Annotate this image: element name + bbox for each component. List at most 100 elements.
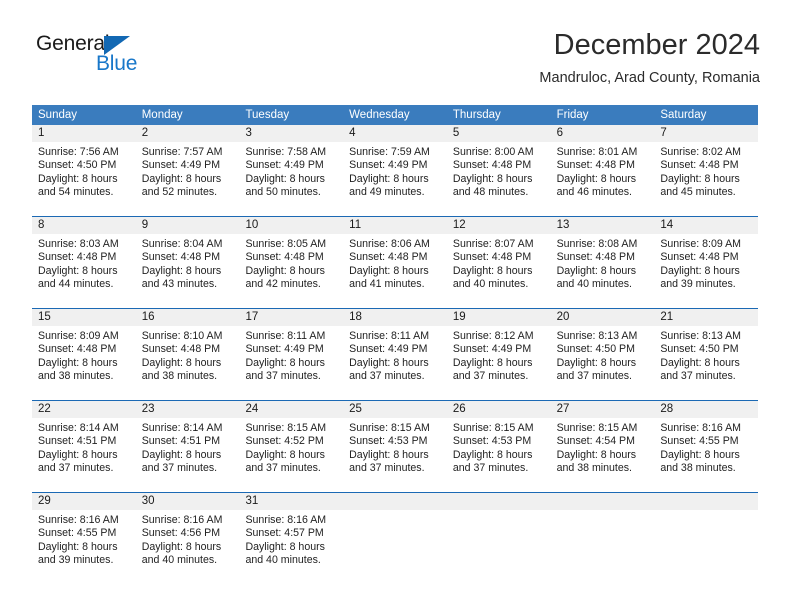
day-number: 1 <box>32 125 136 142</box>
day-number: 26 <box>446 401 551 418</box>
calendar-day-cell[interactable]: 3 Sunrise: 7:58 AM Sunset: 4:49 PM Daylight… <box>239 125 344 207</box>
day-number: 15 <box>32 309 136 326</box>
sunset-time: Sunset: 4:49 PM <box>141 159 221 172</box>
calendar-day-cell[interactable]: 21 Sunrise: 8:13 AM Sunset: 4:50 PM Dayligh… <box>654 309 759 391</box>
calendar-day-cell[interactable]: 14 Sunrise: 8:09 AM Sunset: 4:48 PM Dayligh… <box>654 217 759 299</box>
day-number: 6 <box>550 125 655 142</box>
calendar-day-cell[interactable]: 18 Sunrise: 8:11 AM Sunset: 4:49 PM Dayligh… <box>343 309 447 391</box>
calendar-day-cell[interactable]: 13 Sunrise: 8:08 AM Sunset: 4:48 PM Dayligh… <box>550 217 655 299</box>
sunset-time: Sunset: 4:50 PM <box>556 343 635 356</box>
sunset-time: Sunset: 4:57 PM <box>245 527 324 540</box>
sunrise-time: Sunrise: 8:10 AM <box>141 330 223 342</box>
calendar-day-cell[interactable]: 7 Sunrise: 8:02 AM Sunset: 4:48 PM Daylight… <box>654 125 759 207</box>
daylight-duration-line1: Daylight: 8 hours <box>349 356 429 369</box>
day-number: 21 <box>654 309 759 326</box>
sunset-time: Sunset: 4:55 PM <box>660 435 739 448</box>
page-title: December 2024 <box>553 29 760 61</box>
daylight-duration-line2: and 46 minutes. <box>556 186 632 199</box>
weekday-header-row: Sunday Monday Tuesday Wednesday Thursday… <box>32 105 758 125</box>
calendar-day-cell[interactable]: 9 Sunrise: 8:04 AM Sunset: 4:48 PM Daylight… <box>135 217 240 299</box>
daylight-duration-line2: and 37 minutes. <box>349 370 425 383</box>
calendar-day-cell[interactable]: 8 Sunrise: 8:03 AM Sunset: 4:48 PM Daylight… <box>32 217 136 299</box>
daylight-duration-line2: and 48 minutes. <box>452 186 529 199</box>
calendar-day-cell[interactable]: 24 Sunrise: 8:15 AM Sunset: 4:52 PM Dayligh… <box>239 401 344 483</box>
day-number: 13 <box>550 217 655 234</box>
sunset-time: Sunset: 4:48 PM <box>452 251 532 264</box>
calendar-day-cell[interactable]: 31 Sunrise: 8:16 AM Sunset: 4:57 PM Dayligh… <box>239 493 344 575</box>
day-details: Sunrise: 8:09 AM Sunset: 4:48 PM Daylight:… <box>654 234 758 292</box>
day-number: 22 <box>32 401 136 418</box>
day-number: 3 <box>239 125 344 142</box>
sunrise-time: Sunrise: 8:11 AM <box>245 330 326 342</box>
day-number: 2 <box>135 125 240 142</box>
sunrise-time: Sunrise: 7:56 AM <box>38 146 119 158</box>
day-details: Sunrise: 8:13 AM Sunset: 4:50 PM Daylight:… <box>551 326 655 384</box>
sunset-time: Sunset: 4:51 PM <box>38 435 117 448</box>
day-number: 11 <box>343 217 447 234</box>
daylight-duration-line1: Daylight: 8 hours <box>245 448 325 461</box>
calendar-day-cell[interactable]: 12 Sunrise: 8:07 AM Sunset: 4:48 PM Dayligh… <box>446 217 551 299</box>
sunset-time: Sunset: 4:52 PM <box>245 435 324 448</box>
day-number: 18 <box>343 309 447 326</box>
calendar-day-cell[interactable]: 29 Sunrise: 8:16 AM Sunset: 4:55 PM Dayligh… <box>32 493 136 575</box>
day-number: 4 <box>343 125 447 142</box>
sunset-time: Sunset: 4:53 PM <box>349 435 428 448</box>
calendar-day-cell[interactable]: 25 Sunrise: 8:15 AM Sunset: 4:53 PM Dayligh… <box>343 401 447 483</box>
calendar-day-cell[interactable]: 26 Sunrise: 8:15 AM Sunset: 4:53 PM Dayligh… <box>446 401 551 483</box>
calendar-day-cell[interactable]: 2 Sunrise: 7:57 AM Sunset: 4:49 PM Daylight… <box>135 125 240 207</box>
daylight-duration-line1: Daylight: 8 hours <box>556 356 637 369</box>
daylight-duration-line2: and 38 minutes. <box>38 370 114 383</box>
daylight-duration-line2: and 37 minutes. <box>38 462 114 475</box>
day-details: Sunrise: 8:16 AM Sunset: 4:57 PM Daylight:… <box>239 510 343 568</box>
calendar-day-cell[interactable]: 17 Sunrise: 8:11 AM Sunset: 4:49 PM Dayligh… <box>239 309 344 391</box>
calendar-week-cells: 8 Sunrise: 8:03 AM Sunset: 4:48 PM Daylight… <box>32 217 759 299</box>
sunrise-time: Sunrise: 8:01 AM <box>556 146 638 158</box>
sunset-time: Sunset: 4:48 PM <box>245 251 324 264</box>
daylight-duration-line1: Daylight: 8 hours <box>245 264 325 277</box>
day-number: 10 <box>239 217 344 234</box>
sunset-time: Sunset: 4:49 PM <box>349 343 428 356</box>
calendar-day-cell[interactable]: 16 Sunrise: 8:10 AM Sunset: 4:48 PM Dayligh… <box>135 309 240 391</box>
day-details: Sunrise: 7:59 AM Sunset: 4:49 PM Daylight:… <box>343 142 447 200</box>
daylight-duration-line2: and 38 minutes. <box>556 462 632 475</box>
day-number: 5 <box>446 125 551 142</box>
calendar-day-cell[interactable]: 6 Sunrise: 8:01 AM Sunset: 4:48 PM Daylight… <box>550 125 655 207</box>
calendar-day-cell[interactable]: 30 Sunrise: 8:16 AM Sunset: 4:56 PM Dayligh… <box>135 493 240 575</box>
daylight-duration-line2: and 40 minutes. <box>452 278 529 291</box>
calendar-day-cell[interactable]: 11 Sunrise: 8:06 AM Sunset: 4:48 PM Dayligh… <box>343 217 447 299</box>
daylight-duration-line2: and 37 minutes. <box>141 462 218 475</box>
daylight-duration-line1: Daylight: 8 hours <box>660 264 740 277</box>
day-details: Sunrise: 7:56 AM Sunset: 4:50 PM Daylight:… <box>32 142 136 200</box>
sunset-time: Sunset: 4:55 PM <box>38 527 117 540</box>
sunrise-time: Sunrise: 8:09 AM <box>660 238 741 250</box>
calendar-day-cell[interactable]: 1 Sunrise: 7:56 AM Sunset: 4:50 PM Daylight… <box>32 125 136 207</box>
day-details: Sunrise: 8:07 AM Sunset: 4:48 PM Daylight:… <box>447 234 551 292</box>
day-details: Sunrise: 8:14 AM Sunset: 4:51 PM Daylight:… <box>32 418 136 476</box>
day-number: 14 <box>654 217 759 234</box>
daylight-duration-line2: and 40 minutes. <box>556 278 632 291</box>
sunset-time: Sunset: 4:48 PM <box>141 343 221 356</box>
sunrise-time: Sunrise: 8:15 AM <box>452 422 534 434</box>
day-details: Sunrise: 8:06 AM Sunset: 4:48 PM Daylight:… <box>343 234 447 292</box>
calendar-day-cell[interactable]: 5 Sunrise: 8:00 AM Sunset: 4:48 PM Daylight… <box>446 125 551 207</box>
calendar-day-cell[interactable]: 19 Sunrise: 8:12 AM Sunset: 4:49 PM Dayligh… <box>446 309 551 391</box>
calendar-day-cell[interactable]: 10 Sunrise: 8:05 AM Sunset: 4:48 PM Dayligh… <box>239 217 344 299</box>
day-details <box>447 510 551 514</box>
day-details: Sunrise: 8:10 AM Sunset: 4:48 PM Daylight:… <box>136 326 240 384</box>
daylight-duration-line1: Daylight: 8 hours <box>556 264 637 277</box>
calendar-day-cell[interactable]: 23 Sunrise: 8:14 AM Sunset: 4:51 PM Dayligh… <box>135 401 240 483</box>
calendar-day-cell[interactable]: 28 Sunrise: 8:16 AM Sunset: 4:55 PM Dayligh… <box>654 401 759 483</box>
daylight-duration-line1: Daylight: 8 hours <box>452 172 533 185</box>
calendar-day-cell[interactable]: 15 Sunrise: 8:09 AM Sunset: 4:48 PM Dayligh… <box>32 309 136 391</box>
calendar-day-cell[interactable]: 20 Sunrise: 8:13 AM Sunset: 4:50 PM Dayligh… <box>550 309 655 391</box>
sunset-time: Sunset: 4:48 PM <box>452 159 532 172</box>
calendar-day-cell[interactable]: 4 Sunrise: 7:59 AM Sunset: 4:49 PM Daylight… <box>343 125 447 207</box>
sunrise-time: Sunrise: 8:06 AM <box>349 238 430 250</box>
calendar-day-cell[interactable]: 22 Sunrise: 8:14 AM Sunset: 4:51 PM Dayligh… <box>32 401 136 483</box>
sunrise-time: Sunrise: 8:07 AM <box>452 238 534 250</box>
daylight-duration-line2: and 37 minutes. <box>556 370 632 383</box>
weekday-header-thursday: Thursday <box>452 109 501 121</box>
sunrise-time: Sunrise: 8:00 AM <box>452 146 534 158</box>
day-details: Sunrise: 8:11 AM Sunset: 4:49 PM Daylight:… <box>343 326 447 384</box>
calendar-day-cell[interactable]: 27 Sunrise: 8:15 AM Sunset: 4:54 PM Dayligh… <box>550 401 655 483</box>
